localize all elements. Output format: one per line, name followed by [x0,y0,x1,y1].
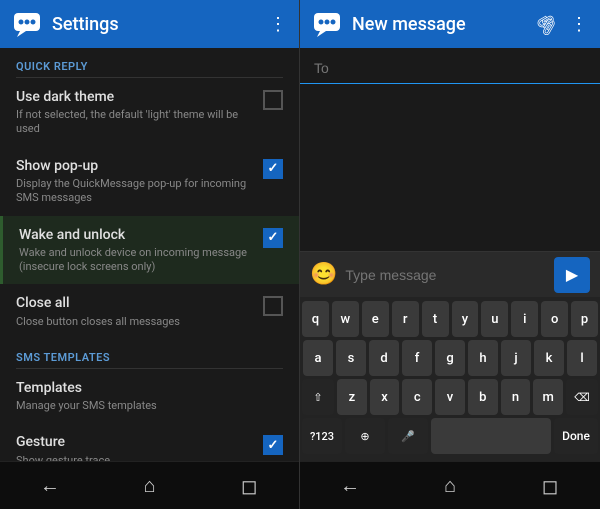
send-button[interactable]: ▶ [554,257,590,293]
compose-bar: 😊 ▶ [300,251,600,297]
key-j[interactable]: j [501,340,531,376]
right-nav-bar: ← ⌂ ◻ [300,461,600,509]
key-x[interactable]: x [370,379,400,415]
keyboard-row-2: a s d f g h j k l [302,340,598,376]
new-message-panel: New message 🖇 ⋮ 😊 ▶ q w e r t y u i o p … [300,0,600,509]
msg-back-button[interactable]: ← [320,466,380,506]
section-quick-reply: QUICK REPLY [0,48,299,77]
key-space[interactable] [431,418,551,454]
attach-button[interactable]: 🖇 [531,8,562,39]
settings-content: QUICK REPLY Use dark theme If not select… [0,48,299,461]
key-z[interactable]: z [337,379,367,415]
recents-button[interactable]: ◻ [219,466,279,506]
key-r[interactable]: r [392,301,419,337]
key-i[interactable]: i [511,301,538,337]
key-shift[interactable]: ⇧ [302,379,334,415]
key-d[interactable]: d [369,340,399,376]
setting-gesture[interactable]: Gesture Show gesture trace [0,423,299,461]
new-message-title: New message [352,14,525,35]
to-field[interactable] [300,48,600,84]
checkbox-dark-theme[interactable] [263,90,283,110]
key-num[interactable]: ?123 [302,418,342,454]
key-h[interactable]: h [468,340,498,376]
key-u[interactable]: u [481,301,508,337]
key-o[interactable]: o [541,301,568,337]
setting-dark-theme[interactable]: Use dark theme If not selected, the defa… [0,78,299,147]
setting-templates[interactable]: Templates Manage your SMS templates [0,369,299,423]
key-b[interactable]: b [468,379,498,415]
keyboard: q w e r t y u i o p a s d f g h j k l ⇧ … [300,297,600,461]
key-q[interactable]: q [302,301,329,337]
emoji-button[interactable]: 😊 [310,262,337,287]
key-n[interactable]: n [501,379,531,415]
key-k[interactable]: k [534,340,564,376]
left-nav-bar: ← ⌂ ◻ [0,461,299,509]
setting-wake-unlock[interactable]: Wake and unlock Wake and unlock device o… [0,216,299,285]
keyboard-row-4: ?123 ⊕ 🎤 Done [302,418,598,454]
app-icon [12,9,42,39]
key-backspace[interactable]: ⌫ [566,379,598,415]
key-c[interactable]: c [402,379,432,415]
setting-show-popup[interactable]: Show pop-up Display the QuickMessage pop… [0,147,299,216]
home-button[interactable]: ⌂ [119,466,179,506]
key-s[interactable]: s [336,340,366,376]
to-input[interactable] [314,60,586,76]
key-mic[interactable]: 🎤 [388,418,428,454]
key-p[interactable]: p [571,301,598,337]
key-f[interactable]: f [402,340,432,376]
key-y[interactable]: y [452,301,479,337]
msg-recents-button[interactable]: ◻ [520,466,580,506]
checkbox-show-popup[interactable] [263,159,283,179]
key-l[interactable]: l [567,340,597,376]
setting-close-all[interactable]: Close all Close button closes all messag… [0,284,299,338]
key-a[interactable]: a [303,340,333,376]
settings-menu-icon[interactable]: ⋮ [269,14,287,35]
back-button[interactable]: ← [20,466,80,506]
message-header: New message 🖇 ⋮ [300,0,600,48]
checkbox-gesture[interactable] [263,435,283,455]
message-menu-icon[interactable]: ⋮ [570,14,588,35]
message-input[interactable] [345,267,546,283]
checkbox-wake-unlock[interactable] [263,228,283,248]
message-body-area[interactable] [300,84,600,251]
key-g[interactable]: g [435,340,465,376]
settings-title: Settings [52,14,259,35]
keyboard-row-1: q w e r t y u i o p [302,301,598,337]
key-m[interactable]: m [533,379,563,415]
keyboard-row-3: ⇧ z x c v b n m ⌫ [302,379,598,415]
key-settings[interactable]: ⊕ [345,418,385,454]
key-t[interactable]: t [422,301,449,337]
section-sms-templates: SMS TEMPLATES [0,339,299,368]
checkbox-close-all[interactable] [263,296,283,316]
settings-header: Settings ⋮ [0,0,299,48]
key-v[interactable]: v [435,379,465,415]
key-done[interactable]: Done [554,418,598,454]
msg-app-icon [312,9,342,39]
key-e[interactable]: e [362,301,389,337]
key-w[interactable]: w [332,301,359,337]
msg-home-button[interactable]: ⌂ [420,466,480,506]
settings-panel: Settings ⋮ QUICK REPLY Use dark theme If… [0,0,300,509]
